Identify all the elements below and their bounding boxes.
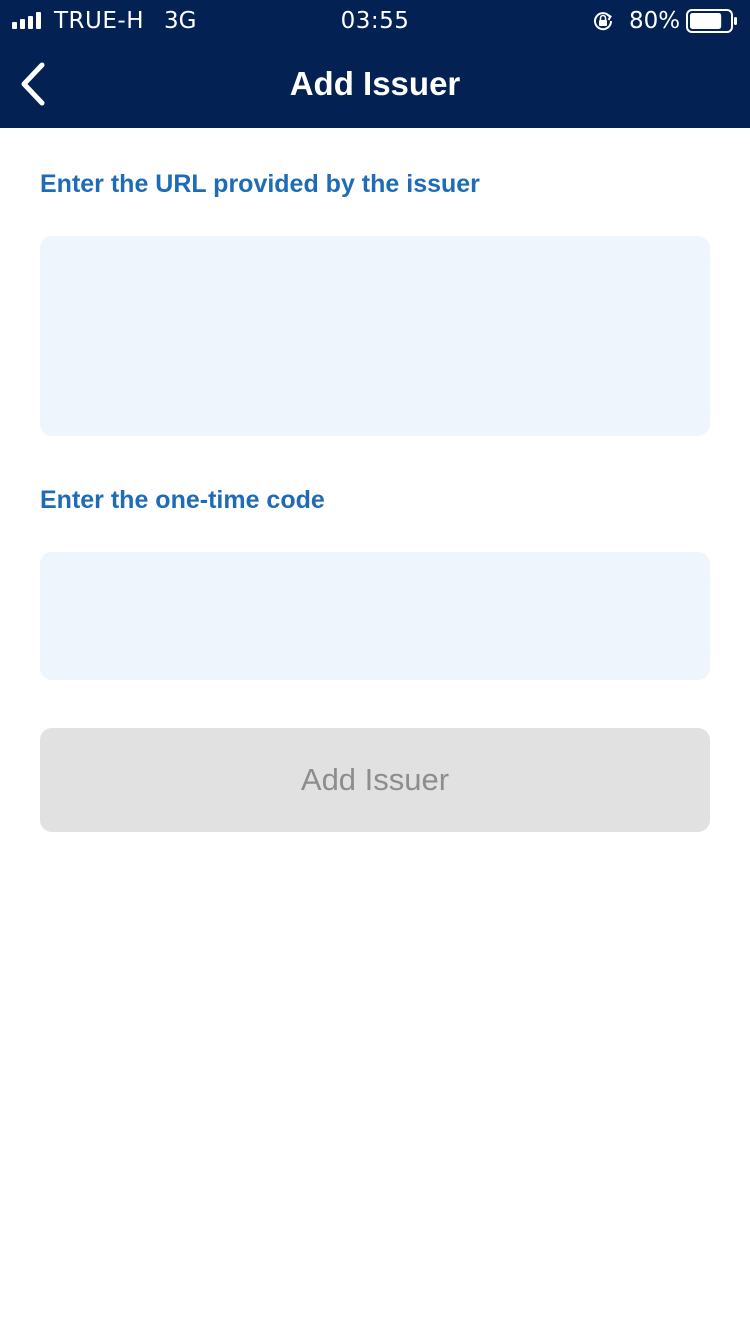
app-header: TRUE-H 3G 03:55 80% Add Issuer	[0, 0, 750, 128]
battery-percent: 80%	[629, 8, 681, 34]
code-field-label: Enter the one-time code	[40, 486, 325, 514]
add-issuer-button[interactable]: Add Issuer	[40, 728, 710, 832]
page-title: Add Issuer	[289, 65, 461, 102]
battery-icon	[686, 9, 737, 33]
url-field-label: Enter the URL provided by the issuer	[40, 170, 480, 198]
one-time-code-input[interactable]	[40, 552, 710, 680]
navigation-bar: Add Issuer	[0, 42, 750, 128]
status-bar: TRUE-H 3G 03:55 80%	[0, 0, 750, 42]
url-input[interactable]	[40, 236, 710, 436]
orientation-lock-icon	[594, 12, 613, 31]
